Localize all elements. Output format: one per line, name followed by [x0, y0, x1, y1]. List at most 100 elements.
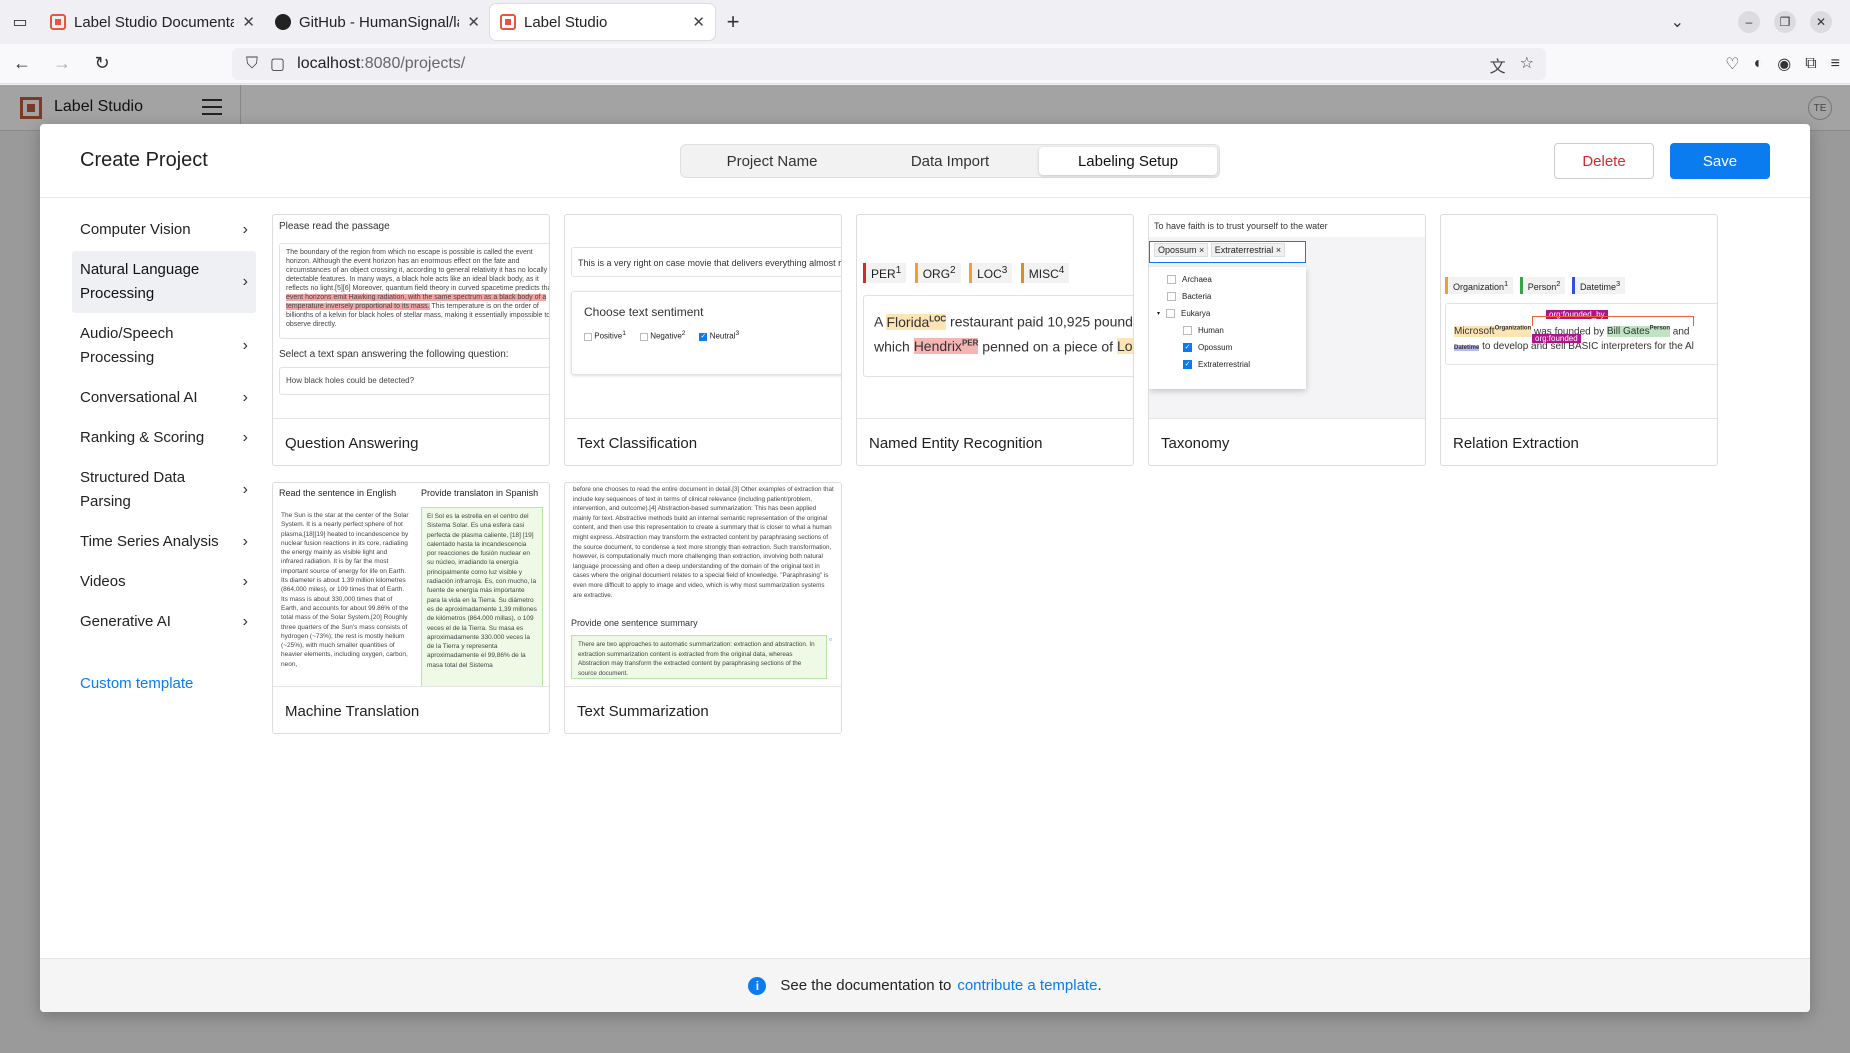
tree-item[interactable]: ▾ Eukarya: [1149, 305, 1306, 322]
template-card-question-answering[interactable]: Please read the passage The boundary of …: [272, 214, 550, 466]
shield-icon[interactable]: ⛉: [246, 55, 258, 73]
close-tab-icon[interactable]: ✕: [242, 13, 255, 31]
hamburger-menu-icon[interactable]: [202, 99, 222, 115]
choices-question: Choose text sentiment: [584, 305, 704, 319]
question-label: Select a text span answering the followi…: [279, 349, 509, 360]
label-chip[interactable]: Person2: [1519, 277, 1566, 294]
label-chip[interactable]: ORG2: [914, 263, 961, 283]
sidebar-item-ranking-scoring[interactable]: Ranking & Scoring ›: [72, 419, 256, 457]
choice-negative[interactable]: Negative2: [639, 330, 685, 341]
tree-item[interactable]: ✓ Extraterrestrial: [1149, 356, 1306, 373]
sidebar-item-audio-speech[interactable]: Audio/Speech Processing ›: [72, 315, 256, 377]
tree-item[interactable]: Archaea: [1149, 271, 1306, 288]
pocket-icon[interactable]: ♡: [1725, 54, 1739, 74]
account-icon[interactable]: ◉: [1777, 54, 1791, 74]
sidebar-item-label: Ranking & Scoring: [80, 429, 205, 446]
tree-item[interactable]: ✓ Opossum: [1149, 339, 1306, 356]
reload-icon[interactable]: ↻: [84, 48, 120, 80]
custom-template-link[interactable]: Custom template: [72, 675, 256, 692]
template-card-text-summarization[interactable]: before one chooses to read the entire do…: [564, 482, 842, 734]
browser-tab-active[interactable]: Label Studio ✕: [490, 4, 715, 40]
save-button[interactable]: Save: [1670, 143, 1770, 179]
taxonomy-dropdown: Archaea Bacteria ▾ Eukarya Human ✓ Opossum…: [1149, 267, 1306, 389]
url-host: localhost: [297, 55, 361, 72]
entity-loc[interactable]: FloridaLOC: [886, 313, 947, 330]
choice-neutral[interactable]: ✓ Neutral3: [699, 330, 739, 341]
maximize-icon[interactable]: ❐: [1774, 11, 1796, 33]
template-card-relation-extraction[interactable]: Organization1 Person2 Datetime3 org:foun…: [1440, 214, 1718, 466]
back-icon[interactable]: ←: [4, 48, 40, 80]
choice-positive[interactable]: Positive1: [584, 330, 626, 341]
taxonomy-select[interactable]: Opossum × Extraterrestrial ×: [1149, 241, 1306, 263]
menu-icon[interactable]: ≡: [1831, 55, 1840, 73]
contribute-template-link[interactable]: contribute a template: [957, 977, 1097, 994]
minimize-icon[interactable]: –: [1738, 11, 1760, 33]
label-chip[interactable]: MISC4: [1020, 263, 1070, 283]
entity-per[interactable]: HendrixPER: [913, 338, 979, 355]
chevron-right-icon: ›: [242, 273, 248, 290]
sidebar-item-conversational-ai[interactable]: Conversational AI ›: [72, 379, 256, 417]
question-text: How black holes could be detected?: [286, 376, 415, 385]
chevron-right-icon: ›: [242, 533, 248, 550]
template-card-machine-translation[interactable]: Read the sentence in English Provide tra…: [272, 482, 550, 734]
taxonomy-text: To have faith is to trust yourself to th…: [1149, 215, 1425, 237]
tab-project-name[interactable]: Project Name: [683, 147, 861, 175]
tab-overflow-chevron-icon[interactable]: ⌄: [1671, 12, 1684, 32]
summary-textarea[interactable]: There are two approaches to automatic su…: [571, 635, 827, 679]
close-window-icon[interactable]: ✕: [1810, 11, 1832, 33]
avatar[interactable]: TE: [1808, 96, 1832, 120]
close-tab-icon[interactable]: ✕: [467, 13, 480, 31]
caret-down-icon[interactable]: ▾: [1157, 310, 1160, 317]
tab-labeling-setup[interactable]: Labeling Setup: [1039, 147, 1217, 175]
browser-tab[interactable]: Label Studio Documentation ✕: [40, 4, 265, 40]
chevron-right-icon: ›: [242, 337, 248, 354]
close-tab-icon[interactable]: ✕: [692, 13, 705, 31]
sidebar-item-label: Computer Vision: [80, 221, 191, 238]
text-box: This is a very right on case movie that …: [571, 247, 841, 277]
window-controls: ⌄ – ❐ ✕: [1671, 0, 1850, 44]
template-card-text-classification[interactable]: This is a very right on case movie that …: [564, 214, 842, 466]
sidebar-item-generative-ai[interactable]: Generative AI ›: [72, 603, 256, 641]
tab-data-import[interactable]: Data Import: [861, 147, 1039, 175]
tab-list-icon[interactable]: ▭: [0, 0, 40, 44]
passage-text: The boundary of the region from which no…: [286, 249, 549, 292]
forward-icon[interactable]: →: [44, 48, 80, 80]
label-chip[interactable]: PER1: [863, 263, 907, 283]
browser-tab[interactable]: GitHub - HumanSignal/label-studio ✕: [265, 4, 490, 40]
label-chip[interactable]: LOC3: [969, 263, 1013, 283]
template-name: Named Entity Recognition: [869, 435, 1043, 452]
relation-label[interactable]: org:founded: [1532, 334, 1581, 343]
template-preview: To have faith is to trust yourself to th…: [1149, 215, 1425, 419]
extension-icon[interactable]: ◐: [1754, 55, 1764, 73]
selected-tag[interactable]: Extraterrestrial ×: [1210, 243, 1286, 257]
bookmark-star-icon[interactable]: ☆: [1520, 53, 1534, 77]
sidebar-item-time-series[interactable]: Time Series Analysis ›: [72, 523, 256, 561]
delete-button[interactable]: Delete: [1554, 143, 1654, 179]
entity-datetime[interactable]: Datetime: [1454, 345, 1480, 352]
sidebar-item-computer-vision[interactable]: Computer Vision ›: [72, 211, 256, 249]
template-card-ner[interactable]: PER1 ORG2 LOC3 MISC4 A FloridaLOC restau…: [856, 214, 1134, 466]
selected-tag[interactable]: Opossum ×: [1154, 243, 1209, 257]
tree-item[interactable]: Human: [1149, 322, 1306, 339]
translate-icon[interactable]: 文: [1490, 53, 1506, 77]
entity-org[interactable]: MicrosoftOrganization: [1454, 326, 1532, 338]
template-preview: PER1 ORG2 LOC3 MISC4 A FloridaLOC restau…: [857, 215, 1133, 419]
app-name: Label Studio: [54, 98, 143, 115]
address-bar[interactable]: ⛉ ▢ localhost:8080/projects/ 文 ☆: [232, 48, 1546, 80]
template-preview: Please read the passage The boundary of …: [273, 215, 549, 419]
sidebar-item-nlp[interactable]: Natural Language Processing ›: [72, 251, 256, 313]
tree-item[interactable]: Bacteria: [1149, 288, 1306, 305]
sidebar-item-structured-data[interactable]: Structured Data Parsing ›: [72, 459, 256, 521]
entity-person[interactable]: Bill GatesPerson: [1606, 326, 1670, 338]
delete-region-icon[interactable]: ▫: [829, 635, 832, 644]
label-chip[interactable]: Organization1: [1445, 277, 1514, 294]
chevron-right-icon: ›: [242, 481, 248, 498]
new-tab-icon[interactable]: +: [715, 4, 751, 40]
template-card-taxonomy[interactable]: To have faith is to trust yourself to th…: [1148, 214, 1426, 466]
label-chip[interactable]: Datetime3: [1571, 277, 1626, 294]
label-studio-logo-icon[interactable]: [20, 97, 42, 119]
template-name: Relation Extraction: [1453, 435, 1579, 452]
sidebar-item-videos[interactable]: Videos ›: [72, 563, 256, 601]
extensions-puzzle-icon[interactable]: ⧉: [1805, 55, 1816, 73]
translation-textarea[interactable]: El Sol es la estrella en el centro del S…: [421, 507, 543, 686]
